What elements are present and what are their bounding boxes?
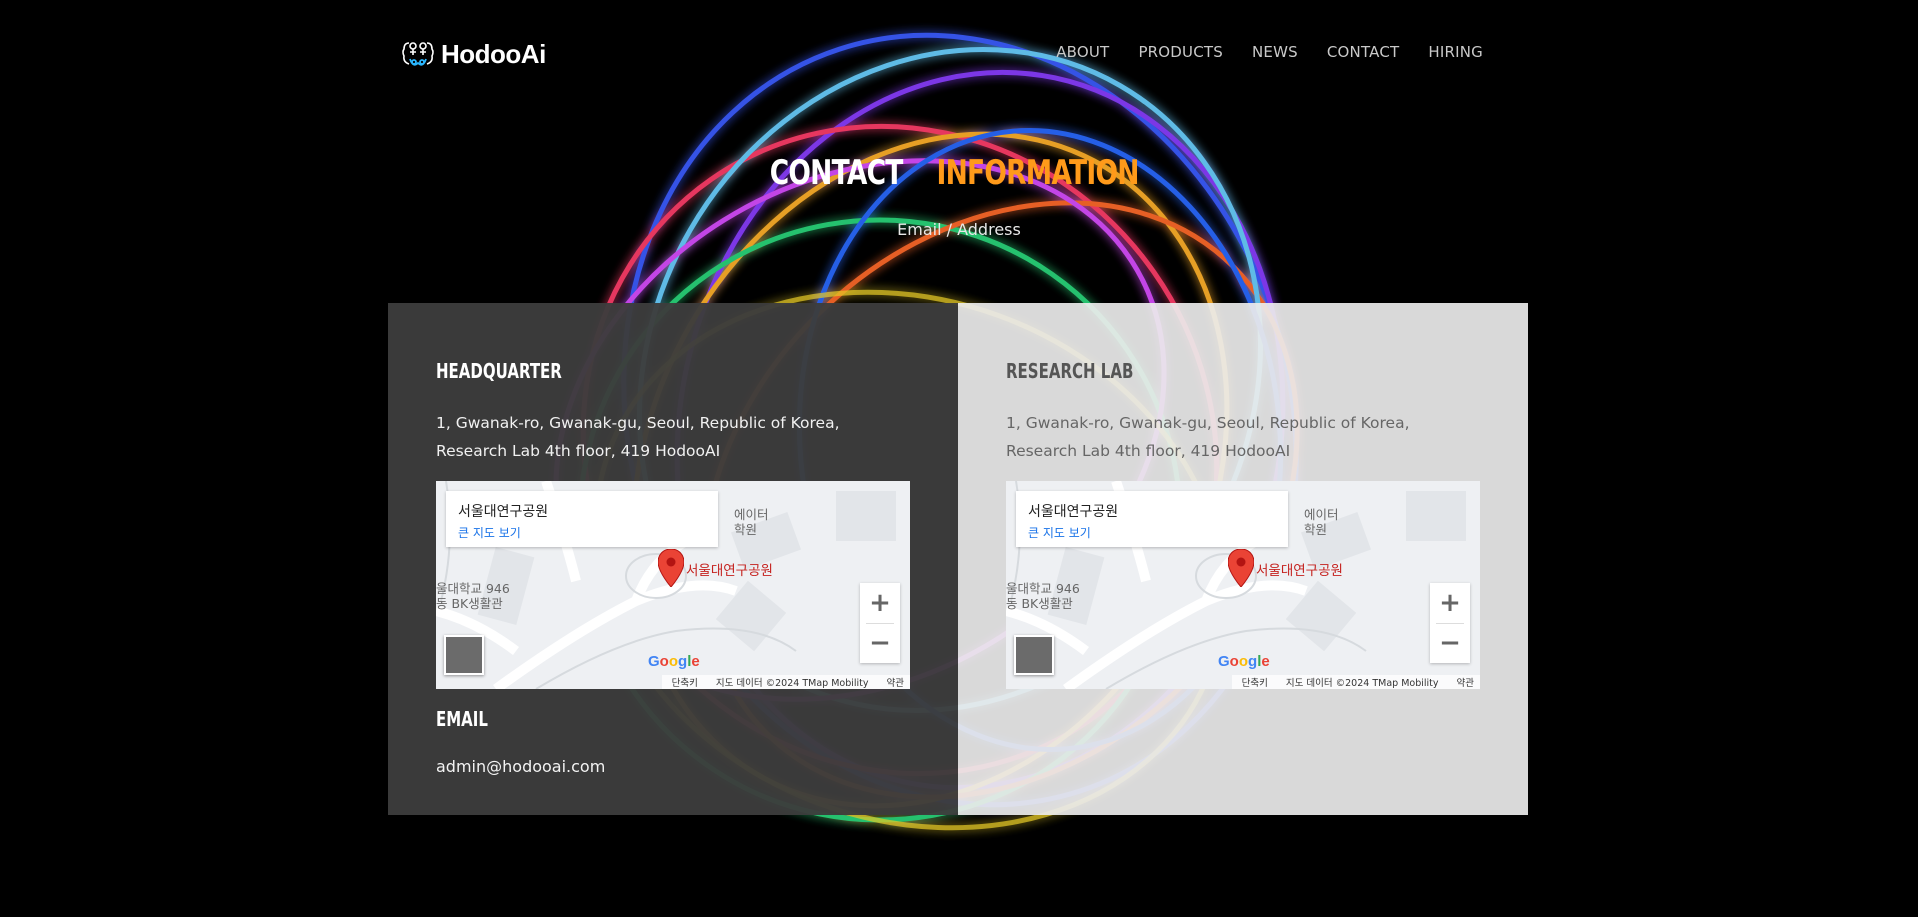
zoom-in-button[interactable]: + (860, 583, 900, 623)
brain-logo-icon (402, 42, 434, 66)
view-larger-map-link[interactable]: 큰 지도 보기 (458, 524, 521, 541)
google-logo: Google (1218, 653, 1270, 670)
nav-news[interactable]: NEWS (1252, 43, 1298, 61)
keyboard-shortcuts-link[interactable]: 단축키 (1242, 675, 1268, 689)
poi-label-top: 에이터 학원 (734, 507, 769, 537)
nav-hiring[interactable]: HIRING (1428, 43, 1483, 61)
view-larger-map-link[interactable]: 큰 지도 보기 (1028, 524, 1091, 541)
terms-link[interactable]: 약관 (1457, 675, 1474, 689)
poi-label-left: 울대학교 946 동 BK생활관 (436, 581, 510, 611)
zoom-out-button[interactable]: − (1430, 623, 1470, 663)
headquarter-title: HEADQUARTER (436, 359, 562, 383)
map-place-name: 서울대연구공원 (1028, 504, 1119, 520)
map-pin-label: 서울대연구공원 (1256, 563, 1343, 579)
satellite-toggle[interactable] (444, 635, 484, 675)
email-title: EMAIL (436, 707, 488, 731)
headquarter-map[interactable]: 서울대연구공원 큰 지도 보기 에이터 학원 울대학교 946 동 BK생활관 서울… (436, 481, 910, 689)
brand-logo[interactable]: HodooAi (401, 37, 546, 71)
poi-label-left: 울대학교 946 동 BK생활관 (1006, 581, 1080, 611)
research-lab-address: 1, Gwanak-ro, Gwanak-gu, Seoul, Republic… (1006, 414, 1410, 460)
research-lab-panel: RESEARCH LAB 1, Gwanak-ro, Gwanak-gu, Se… (958, 303, 1528, 815)
page-subtitle: Email / Address (897, 220, 1021, 239)
map-place-name: 서울대연구공원 (458, 504, 549, 520)
nav-products[interactable]: PRODUCTS (1138, 43, 1223, 61)
zoom-out-button[interactable]: − (860, 623, 900, 663)
research-lab-title: RESEARCH LAB (1006, 359, 1134, 383)
nav-contact[interactable]: CONTACT (1327, 43, 1400, 61)
main-menu: ABOUT PRODUCTS NEWS CONTACT HIRING (1056, 43, 1483, 61)
top-navigation: HodooAi ABOUT PRODUCTS NEWS CONTACT HIRI… (0, 0, 1918, 110)
map-attribution: 단축키 지도 데이터 ©2024 TMap Mobility 약관 (661, 675, 910, 689)
email-address[interactable]: admin@hodooai.com (436, 757, 605, 776)
map-attribution: 단축키 지도 데이터 ©2024 TMap Mobility 약관 (1231, 675, 1480, 689)
page-title-part1: CONTACT (769, 153, 903, 193)
google-logo: Google (648, 653, 700, 670)
page-title: CONTACT INFORMATION (0, 153, 1918, 193)
headquarter-address: 1, Gwanak-ro, Gwanak-gu, Seoul, Republic… (436, 414, 840, 460)
map-zoom-control: + − (1430, 583, 1470, 663)
map-pin-icon[interactable] (658, 549, 684, 587)
terms-link[interactable]: 약관 (887, 675, 904, 689)
map-pin-label: 서울대연구공원 (686, 563, 773, 579)
nav-about[interactable]: ABOUT (1056, 43, 1109, 61)
research-lab-map[interactable]: 서울대연구공원 큰 지도 보기 에이터 학원 울대학교 946 동 BK생활관 서울… (1006, 481, 1480, 689)
map-data-credit: 지도 데이터 ©2024 TMap Mobility (715, 678, 869, 689)
keyboard-shortcuts-link[interactable]: 단축키 (672, 675, 698, 689)
page-title-part2: INFORMATION (936, 153, 1140, 193)
poi-label-top: 에이터 학원 (1304, 507, 1339, 537)
headquarter-panel: HEADQUARTER 1, Gwanak-ro, Gwanak-gu, Seo… (388, 303, 958, 815)
map-zoom-control: + − (860, 583, 900, 663)
map-pin-icon[interactable] (1228, 549, 1254, 587)
satellite-toggle[interactable] (1014, 635, 1054, 675)
map-data-credit: 지도 데이터 ©2024 TMap Mobility (1285, 678, 1439, 689)
zoom-in-button[interactable]: + (1430, 583, 1470, 623)
map-place-card: 서울대연구공원 큰 지도 보기 (1016, 491, 1288, 547)
map-place-card: 서울대연구공원 큰 지도 보기 (446, 491, 718, 547)
brand-name: HodooAi (441, 38, 546, 69)
